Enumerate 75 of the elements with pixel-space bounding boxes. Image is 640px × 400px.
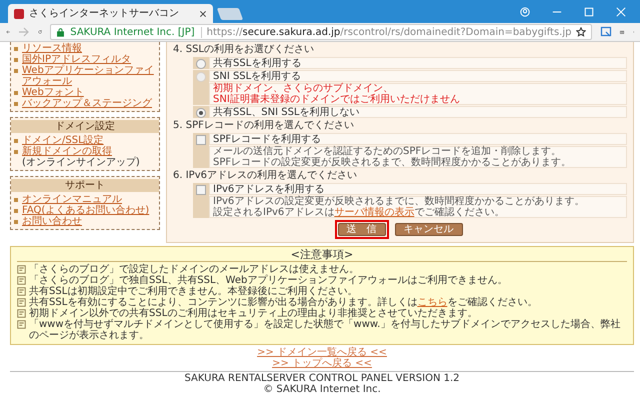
maximize-icon[interactable] (584, 6, 594, 16)
lock-icon (56, 28, 66, 36)
notice-text: 初期ドメイン以外での共有SSLのご利用はセキュリティ上の理由より非推奨とさせていただきます。 (29, 308, 478, 319)
address-bar[interactable]: SAKURA Internet Inc. [JP] https://secure.sakura.ad.jp/rscontrol/rs/domainedit?Domain=babygifts.jp (50, 24, 592, 40)
browser-tab[interactable]: さくらインターネットサーバコン (8, 4, 213, 23)
sidebar-link[interactable]: バックアップ＆ステージング (22, 98, 152, 109)
bullet-icon (14, 47, 18, 51)
site-favicon-icon (14, 8, 24, 18)
checkbox[interactable] (196, 185, 206, 195)
sidebar-link[interactable]: ドメイン/SSL設定 (22, 135, 104, 146)
bullet-icon (14, 209, 18, 213)
sidebar-link[interactable]: リソース情報 (22, 43, 82, 54)
section-heading: 4. SSLの利用をお選びください (173, 44, 315, 55)
info-link[interactable]: サーバ情報の表示 (334, 207, 414, 218)
bullet-icon (14, 220, 18, 224)
memo-icon (17, 265, 26, 274)
sidebar-note: (オンラインサインアップ) (22, 157, 140, 168)
memo-icon (17, 287, 26, 296)
section-heading: 6. IPv6アドレスの利用を選んでください (173, 170, 358, 181)
notice-text: 共有SSLは初期設定中でご利用できません。本登録後にご利用ください。 (29, 286, 358, 297)
option-label: 共有SSLを利用する (209, 57, 627, 69)
sidebar-link[interactable]: オンラインマニュアル (22, 194, 122, 205)
nav-link[interactable]: >> トップへ戻る << (272, 358, 372, 369)
site-identity: SAKURA Internet Inc. [JP] (70, 26, 202, 38)
notice-text: 「さくらのブログ」で設定したドメインのメールアドレスは使えません。 (29, 264, 359, 275)
memo-icon (17, 320, 26, 329)
bullet-icon (14, 69, 18, 73)
sidebar-link[interactable]: Webアプリケーションファイアウォール (22, 65, 156, 87)
notice-title: <注意事項> (17, 249, 627, 262)
bullet-icon (14, 102, 18, 106)
option-label: 共有SSL、SNI SSLを利用しない (209, 106, 627, 118)
option-label: IPv6アドレスを利用する (209, 183, 627, 195)
nav-link[interactable]: >> ドメイン一覧へ戻る << (257, 347, 387, 358)
sidebar-heading: ドメイン設定 (11, 120, 159, 133)
sidebar-link[interactable]: FAQ(よくあるお問い合わせ) (22, 205, 150, 216)
description-text: IPv6アドレスの設定変更が反映されるまでに、数時間程度かかることがあります。 (213, 196, 586, 207)
bullet-icon (14, 198, 18, 202)
description-text: 設定されるIPv6アドレスはサーバ情報の表示でご確認ください。 (213, 207, 506, 218)
copyright: © SAKURA Internet Inc. (263, 384, 381, 395)
form-button[interactable]: キャンセル (394, 223, 462, 236)
description-text: メールの送信元ドメインを認証するためのSPFレコードを追加・削除します。 (213, 146, 562, 157)
form-button[interactable]: 送 信 (338, 223, 386, 236)
memo-icon (17, 276, 26, 285)
star-icon[interactable] (576, 27, 586, 37)
profile-icon[interactable] (520, 6, 530, 16)
extension-icon[interactable] (600, 26, 612, 38)
memo-icon (17, 298, 26, 307)
sidebar-link[interactable]: 新規ドメインの取得 (22, 146, 140, 157)
url-text: https://secure.sakura.ad.jp/rscontrol/rs/domainedit?Domain=babygifts.jp (206, 26, 572, 38)
option-label: SPFレコードを利用する (209, 133, 627, 145)
bullet-icon (14, 150, 18, 154)
tab-title: さくらインターネットサーバコン (29, 8, 180, 19)
sidebar-link[interactable]: お問い合わせ (22, 216, 82, 227)
description-text: SPFレコードの設定変更が反映されるまで、数時間程度かかることがあります。 (213, 157, 572, 168)
notice-text: 共有SSLを有効にすることにより、コンテンツに影響が出る場合があります。詳しくはこちら をご確認ください。 (29, 297, 538, 308)
checkbox[interactable] (196, 135, 206, 145)
close-icon[interactable] (199, 10, 207, 18)
sidebar-heading: サポート (11, 179, 159, 192)
bullet-icon (14, 58, 18, 62)
radio-button[interactable] (196, 108, 206, 118)
option-label: SNI SSLを利用する (209, 70, 627, 82)
memo-icon (17, 309, 26, 318)
new-tab-button[interactable] (216, 8, 244, 20)
bullet-icon (14, 91, 18, 95)
section-heading: 5. SPFレコードの利用を選んでください (173, 120, 355, 131)
sidebar-link[interactable]: Webフォント (22, 87, 84, 98)
radio-button[interactable] (196, 59, 206, 69)
warning-text: SNI証明書未登録のドメインではご利用いただけません (213, 94, 461, 105)
warning-text: 初期ドメイン、さくらのサブドメイン、 (213, 83, 394, 94)
notice-text: 「wwwを付与せずマルチドメインとして使用する」を設定した状態で「www.」を付与したサブドメインでアクセスした場合、弊社のページが表示されます。 (29, 319, 622, 341)
sidebar-link[interactable]: 国外IPアドレスフィルタ (22, 54, 131, 65)
product-version: SAKURA RENTALSERVER CONTROL PANEL VERSION 1.2 (184, 373, 460, 384)
bullet-icon (14, 139, 18, 143)
info-link[interactable]: こちら (417, 297, 448, 308)
notice-text: 「さくらのブログ」で独自SSL、共有SSL、Webアプリケーションファイアウォールはご利用できません。 (29, 275, 508, 286)
